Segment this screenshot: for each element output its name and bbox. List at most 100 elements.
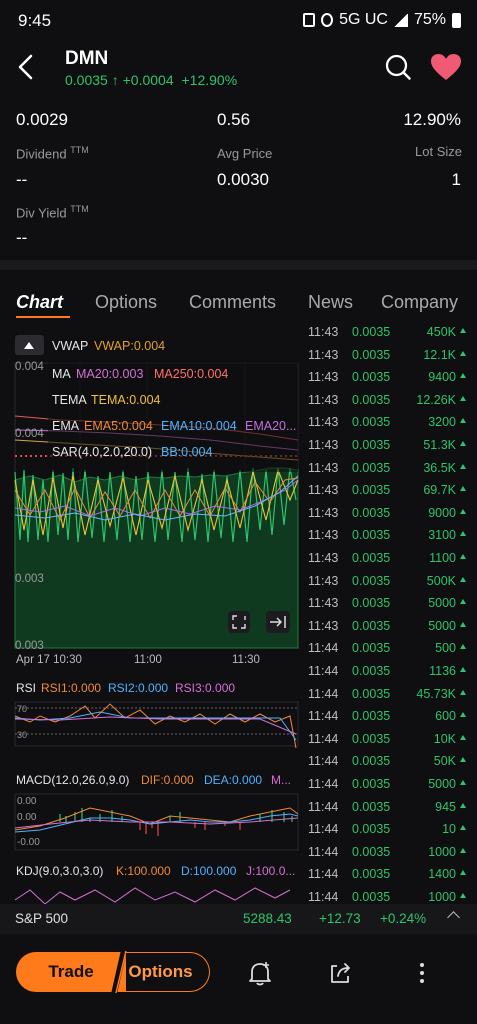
jump-to-latest-icon[interactable] (266, 611, 290, 633)
trade-row: 11:44 0.0035 1000 (305, 845, 477, 867)
tab-news[interactable]: News (308, 292, 353, 313)
trade-price: 0.0035 (352, 370, 391, 385)
arrow-up-icon: ↑ (111, 72, 119, 88)
tab-comments[interactable]: Comments (189, 292, 276, 313)
intraday-chart[interactable]: VWAP VWAP:0.004 MA MA20:0.003 MA250:0.00… (0, 330, 305, 906)
stat-value-2: 0.56 (217, 110, 251, 129)
button-divider (111, 950, 127, 994)
trade-button[interactable]: Trade (16, 952, 126, 992)
rsi1-value: RSI1:0.000 (41, 681, 101, 695)
up-arrow-icon (460, 689, 466, 695)
tab-bar: Chart Options Comments News Company (0, 288, 477, 324)
alert-bell-icon[interactable] (247, 960, 273, 986)
trade-volume: 1136 (429, 664, 456, 678)
up-arrow-icon (460, 418, 466, 424)
chevron-up-icon[interactable] (447, 911, 460, 924)
trade-time: 11:43 (308, 618, 339, 633)
rsi-30-tick: 30 (17, 730, 27, 740)
stock-header: DMN 0.0035 ↑ +0.0004 +12.90% (0, 44, 477, 94)
collapse-toggle[interactable] (15, 335, 44, 355)
dif-value: DIF:0.000 (141, 773, 194, 787)
trade-volume: 36.5K (423, 460, 456, 475)
up-arrow-icon (460, 780, 466, 785)
tab-company[interactable]: Company (381, 292, 458, 313)
trade-row: 11:43 0.0035 5000 (305, 596, 477, 618)
bb-value: BB:0.004 (161, 445, 212, 459)
ema-label: EMA (52, 419, 80, 433)
back-icon[interactable] (12, 50, 42, 84)
trade-time: 11:44 (308, 731, 339, 746)
trade-row: 11:43 0.0035 450K (305, 326, 477, 347)
trade-row: 11:44 0.0035 45.73K (305, 687, 477, 709)
heart-icon[interactable] (430, 53, 462, 81)
y-tick-3: 0.003 (15, 573, 44, 585)
macd-value: M... (271, 773, 291, 787)
trade-row: 11:44 0.0035 1400 (305, 867, 477, 889)
d-value: D:100.000 (181, 864, 237, 878)
trade-volume: 3200 (428, 415, 456, 430)
lock-icon (303, 13, 316, 27)
x-tick-1: Apr 17 10:30 (16, 654, 82, 666)
trade-time: 11:43 (308, 347, 339, 362)
trade-price: 0.0035 (352, 438, 391, 452)
dividend-value: -- (16, 170, 28, 189)
trade-volume: 1100 (429, 551, 456, 565)
ema5-value: EMA5:0.004 (84, 419, 153, 433)
trade-volume: 12.26K (416, 392, 456, 407)
trade-volume: 10K (433, 731, 456, 746)
up-arrow-icon (460, 441, 466, 446)
trade-volume: 10 (442, 822, 456, 837)
index-change: +12.73 (319, 911, 361, 926)
tab-chart[interactable]: Chart (16, 292, 63, 313)
network-label: 5G UC (339, 11, 388, 28)
index-ticker-bar[interactable]: S&P 500 5288.43 +12.73 +0.24% (0, 904, 477, 934)
battery-label: 75% (413, 11, 446, 28)
trade-price: 0.0035 (352, 844, 391, 859)
status-time: 9:45 (18, 11, 52, 30)
trade-price: 0.0035 (352, 573, 391, 588)
trade-time: 11:43 (308, 370, 339, 385)
trade-row: 11:44 0.0035 1000 (305, 890, 477, 904)
trade-row: 11:43 0.0035 3200 (305, 415, 477, 437)
trade-time: 11:43 (308, 326, 339, 339)
trade-row: 11:44 0.0035 500 (305, 641, 477, 663)
div-yield-value: -- (16, 228, 28, 247)
time-and-sales-list[interactable]: 11:43 0.0035 450K 11:43 0.0035 12.1K 11:43 0.00… (305, 326, 477, 904)
status-bar: 9:45 5G UC 75% (0, 0, 477, 42)
share-icon[interactable] (328, 960, 354, 986)
trade-time: 11:44 (308, 754, 339, 769)
rsi-70-tick: 70 (17, 704, 27, 714)
trade-volume: 600 (435, 709, 456, 724)
index-value: 5288.43 (243, 911, 292, 926)
lot-size-value: 1 (451, 170, 461, 189)
y-tick-2: 0.004 (15, 428, 44, 440)
trade-price: 0.0035 (352, 551, 391, 565)
up-arrow-icon (460, 712, 466, 718)
tab-options[interactable]: Options (95, 292, 157, 313)
bottom-action-bar: Trade Options (0, 940, 477, 1024)
more-options-icon[interactable] (409, 960, 435, 986)
trade-volume: 1000 (428, 890, 456, 904)
trade-price: 0.0035 (352, 799, 391, 814)
trade-row: 11:44 0.0035 5000 (305, 777, 477, 799)
j-value: J:100.0... (246, 864, 295, 878)
last-price: 0.0035 (65, 72, 108, 88)
up-arrow-icon (460, 328, 466, 333)
trade-price: 0.0035 (352, 596, 391, 611)
lot-size-label: Lot Size (415, 144, 462, 159)
trade-volume: 5000 (428, 596, 456, 611)
search-icon[interactable] (384, 53, 412, 81)
up-arrow-icon (460, 870, 466, 876)
trade-row: 11:43 0.0035 36.5K (305, 461, 477, 483)
rsi3-value: RSI3:0.000 (175, 681, 235, 695)
trade-price: 0.0035 (352, 641, 391, 656)
battery-icon (452, 12, 461, 28)
trade-price: 0.0035 (352, 890, 391, 904)
fullscreen-icon[interactable] (228, 611, 250, 633)
up-arrow-icon (460, 599, 466, 605)
trade-volume: 500K (426, 573, 456, 588)
sar-label: SAR(4.0,2.0,20.0) (52, 445, 152, 459)
trade-volume: 69.7K (423, 483, 456, 498)
trade-row: 11:44 0.0035 50K (305, 754, 477, 776)
trade-volume: 1400 (428, 867, 456, 882)
